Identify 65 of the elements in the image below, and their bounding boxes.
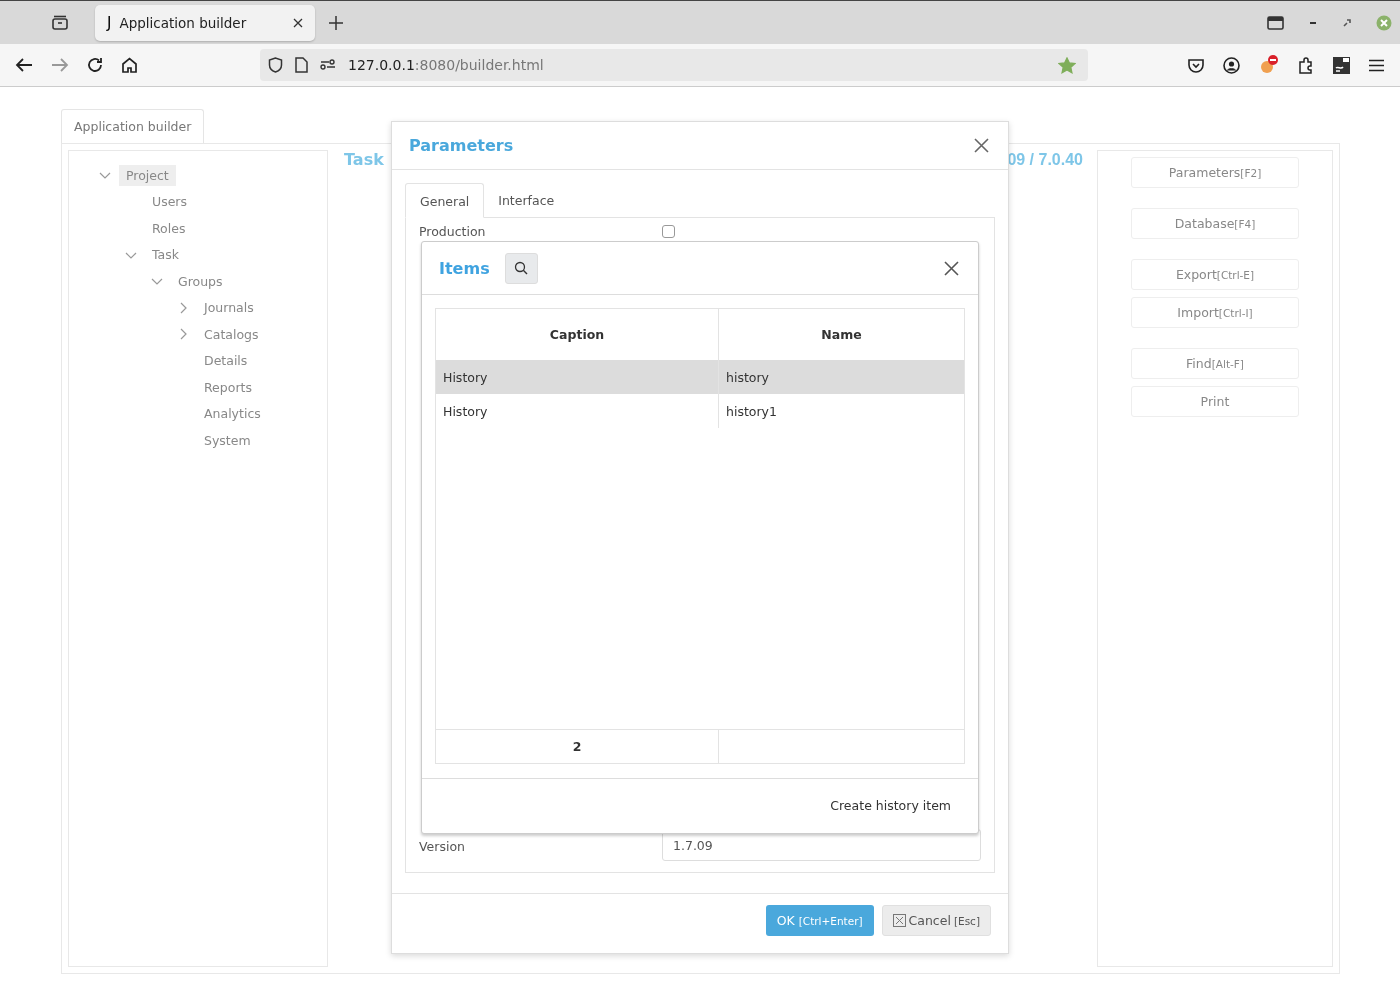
action-button[interactable]: Find[Alt-F]: [1131, 348, 1299, 379]
shield-icon: [268, 57, 283, 73]
action-button[interactable]: Database[F4]: [1131, 208, 1299, 239]
tab-favicon: J: [107, 13, 112, 32]
restore-icon[interactable]: [1342, 17, 1352, 28]
page-icon: [295, 57, 308, 73]
ok-button[interactable]: OK [Ctrl+Enter]: [765, 905, 874, 936]
close-icon[interactable]: [944, 260, 959, 276]
table-cell-text: history1: [725, 402, 778, 421]
puzzle-icon[interactable]: [1298, 56, 1314, 74]
pocket-icon[interactable]: [1188, 57, 1204, 73]
new-tab-icon[interactable]: [329, 15, 343, 30]
address-bar[interactable]: 127.0.0.1:8080/builder.html: [260, 49, 1088, 81]
back-icon[interactable]: [15, 57, 33, 73]
action-button[interactable]: Import[Ctrl-I]: [1131, 297, 1299, 328]
action-button[interactable]: Export[Ctrl-E]: [1131, 259, 1299, 290]
tab-title: Application builder: [119, 14, 248, 31]
forward-icon[interactable]: [51, 57, 69, 73]
tree-item[interactable]: Journals: [197, 297, 261, 319]
table-cell: History: [436, 394, 719, 428]
reload-icon[interactable]: [87, 57, 103, 73]
search-button[interactable]: [504, 252, 538, 284]
tree-item[interactable]: Roles: [145, 217, 193, 239]
account-icon[interactable]: [1223, 56, 1240, 74]
task-heading: Task: [344, 150, 384, 169]
tab-list-icon[interactable]: [51, 14, 69, 31]
tree-item[interactable]: Analytics: [197, 403, 268, 425]
action-button[interactable]: Print: [1131, 386, 1299, 417]
field-label: Version: [419, 838, 466, 854]
dialog-title: Parameters: [409, 136, 514, 155]
table-cell: History: [436, 360, 719, 394]
close-icon[interactable]: [293, 17, 303, 28]
window-icon[interactable]: [1267, 15, 1284, 30]
table-cell-text: history: [725, 368, 770, 387]
bookmark-star-icon[interactable]: [1058, 56, 1076, 74]
permissions-icon[interactable]: [320, 59, 336, 71]
tree-item[interactable]: Details: [197, 350, 255, 372]
browser-tab[interactable]: J Application builder: [95, 4, 315, 41]
dialog-title: Items: [439, 258, 490, 278]
url-text: 127.0.0.1:8080/builder.html: [348, 57, 544, 73]
tree-item[interactable]: Reports: [197, 376, 259, 398]
app-tab[interactable]: Application builder: [61, 109, 205, 143]
search-icon: [514, 261, 529, 275]
close-icon[interactable]: [974, 138, 989, 153]
tree-item[interactable]: Catalogs: [197, 323, 266, 345]
action-button[interactable]: Parameters[F2]: [1131, 157, 1299, 188]
create-button[interactable]: Create history item: [830, 795, 951, 815]
field-label: Production: [419, 224, 487, 239]
tree-item[interactable]: Users: [145, 191, 194, 213]
column-header: Name: [820, 326, 863, 344]
table-row[interactable]: History history: [436, 360, 964, 394]
tree-item[interactable]: Project: [119, 164, 176, 186]
table-row[interactable]: History history1: [436, 394, 964, 428]
tree-item[interactable]: Task: [145, 244, 186, 266]
tree-item[interactable]: Groups: [171, 270, 230, 292]
tree-item[interactable]: System: [197, 429, 258, 451]
tab[interactable]: General: [405, 183, 485, 218]
tab[interactable]: Interface: [484, 183, 569, 218]
home-icon[interactable]: [121, 57, 138, 73]
cancel-button[interactable]: Cancel [Esc]: [881, 905, 991, 936]
row-count: 2: [572, 739, 582, 754]
close-box-icon: [892, 914, 906, 927]
checkbox[interactable]: [662, 225, 675, 238]
extension-badge-icon[interactable]: [1259, 55, 1279, 75]
menu-icon[interactable]: [1369, 58, 1384, 72]
